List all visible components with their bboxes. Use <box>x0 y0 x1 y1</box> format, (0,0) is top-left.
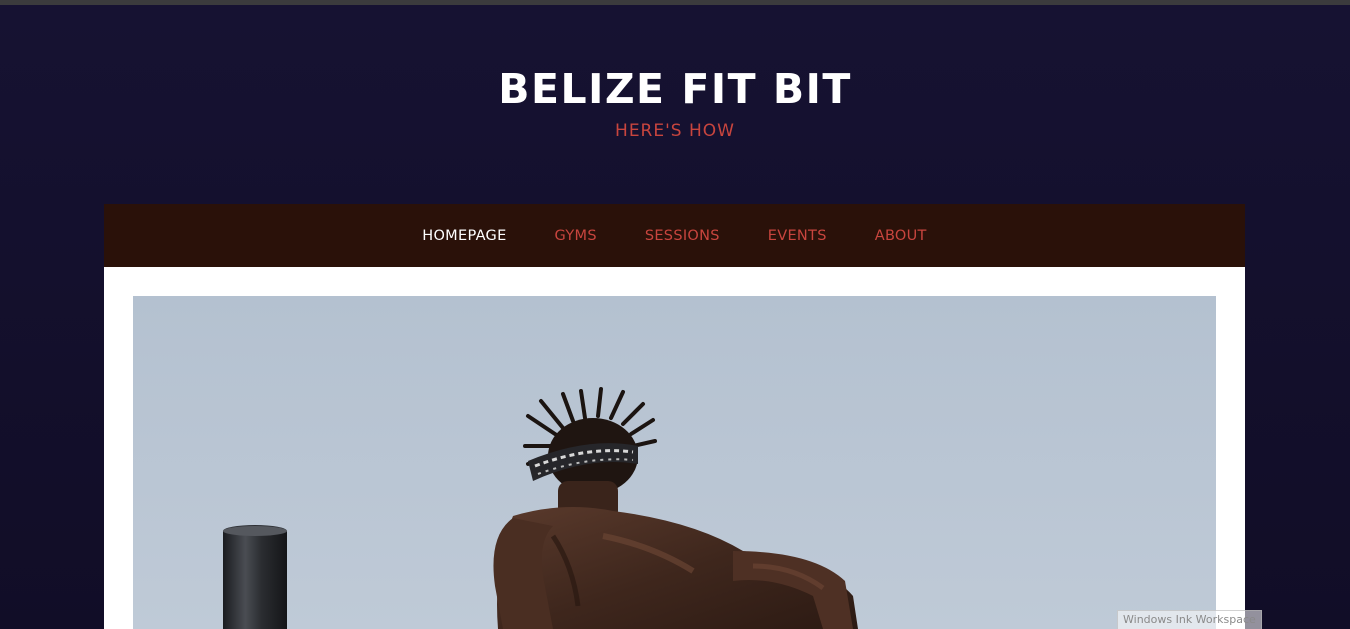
windows-ink-watermark: Windows Ink Workspace <box>1117 610 1262 629</box>
nav-item-events[interactable]: EVENTS <box>768 228 827 244</box>
nav-list: HOMEPAGE GYMS SESSIONS EVENTS ABOUT <box>398 228 950 244</box>
hero-image <box>133 296 1216 629</box>
main-navigation: HOMEPAGE GYMS SESSIONS EVENTS ABOUT <box>104 204 1245 267</box>
nav-item-homepage[interactable]: HOMEPAGE <box>422 228 506 244</box>
nav-item-about[interactable]: ABOUT <box>875 228 927 244</box>
site-header: BELIZE FIT BIT HERE'S HOW <box>0 62 1350 142</box>
athlete-photo-illustration <box>133 296 1216 629</box>
nav-item-sessions[interactable]: SESSIONS <box>645 228 720 244</box>
page: BELIZE FIT BIT HERE'S HOW HOMEPAGE GYMS … <box>0 0 1350 629</box>
site-title[interactable]: BELIZE FIT BIT <box>0 62 1350 116</box>
nav-item-gyms[interactable]: GYMS <box>555 228 597 244</box>
browser-top-strip <box>0 0 1350 5</box>
content-panel: HOMEPAGE GYMS SESSIONS EVENTS ABOUT <box>104 204 1245 629</box>
dip-bar-pole <box>223 525 287 629</box>
site-tagline: HERE'S HOW <box>615 121 735 141</box>
